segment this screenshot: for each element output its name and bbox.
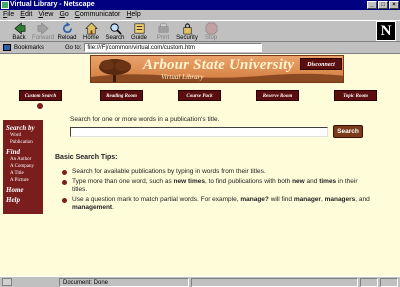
menu-help[interactable]: Help xyxy=(126,10,140,20)
sidebar-home-link[interactable]: Home xyxy=(6,186,40,194)
goto-label: Go to: xyxy=(65,44,82,51)
status-security-icon xyxy=(360,277,378,287)
netscape-app-icon xyxy=(1,1,9,9)
sidebar: Search by Word Publication Find An Autho… xyxy=(3,120,43,214)
status-bar: Document: Done xyxy=(0,276,400,287)
reload-button[interactable]: Reload xyxy=(56,21,78,43)
search-input[interactable] xyxy=(70,127,328,137)
window-titlebar: Virtual Library - Netscape _ □ × xyxy=(0,0,400,10)
sidebar-item-company[interactable]: A Company xyxy=(6,163,40,170)
section-nav: Custom Search Reading Room Course Pack R… xyxy=(0,90,400,102)
security-button[interactable]: Security xyxy=(176,21,198,43)
maximize-button[interactable]: □ xyxy=(378,1,388,9)
nav-topic-room[interactable]: Topic Room xyxy=(334,90,377,101)
menu-communicator[interactable]: Communicator xyxy=(75,10,121,20)
lock-icon xyxy=(183,23,191,35)
menu-go[interactable]: Go xyxy=(59,10,68,20)
forward-button[interactable]: Forward xyxy=(32,21,54,43)
tip-item: Search for available publications by typ… xyxy=(62,168,372,177)
navigation-toolbar: Back Forward Reload Home Search Guide Pr… xyxy=(0,20,400,42)
menu-file[interactable]: File xyxy=(3,10,14,20)
sidebar-item-publication[interactable]: Publication xyxy=(6,139,40,146)
minimize-button[interactable]: _ xyxy=(367,1,377,9)
sidebar-help-link[interactable]: Help xyxy=(6,196,40,204)
close-button[interactable]: × xyxy=(389,1,399,9)
nav-custom-search[interactable]: Custom Search xyxy=(19,90,62,101)
status-text: Document: Done xyxy=(59,277,189,287)
sidebar-find-heading: Find xyxy=(6,148,21,156)
print-button[interactable]: Print xyxy=(152,21,174,43)
back-arrow-icon xyxy=(13,22,25,35)
bullet-icon xyxy=(62,179,67,185)
window-title: Virtual Library - Netscape xyxy=(10,1,95,8)
guide-button[interactable]: Guide xyxy=(128,21,150,43)
tip-item: Type more than one word, such as new tim… xyxy=(62,178,372,195)
nav-reserve-room[interactable]: Reserve Room xyxy=(256,90,299,101)
location-bar: Bookmarks Go to: file:///F|/common/virtu… xyxy=(0,42,400,54)
guide-icon xyxy=(134,23,144,34)
sidebar-item-title[interactable]: A Title xyxy=(6,170,40,177)
tips-list: Search for available publications by typ… xyxy=(62,168,372,214)
nav-reading-room[interactable]: Reading Room xyxy=(100,90,143,101)
reload-icon xyxy=(62,22,72,34)
menu-bar: File Edit View Go Communicator Help xyxy=(0,10,400,20)
status-progress xyxy=(191,277,358,287)
virtual-library-subtitle: Virtual Library xyxy=(161,73,204,81)
nav-course-pack[interactable]: Course Pack xyxy=(178,90,221,101)
status-component-bar[interactable] xyxy=(380,277,398,287)
search-button-toolbar[interactable]: Search xyxy=(104,21,126,43)
tip-text: Type more than one word, such as new tim… xyxy=(72,177,358,194)
printer-icon xyxy=(158,23,168,33)
url-input[interactable]: file:///F|/common/virtual.com/custom.htm xyxy=(84,43,263,52)
bookmarks-button[interactable]: Bookmarks xyxy=(14,45,44,51)
tree-icon xyxy=(99,59,131,82)
back-button[interactable]: Back xyxy=(8,21,30,43)
selected-tab-indicator xyxy=(37,103,43,109)
stop-button[interactable]: Stop xyxy=(200,21,222,43)
forward-arrow-icon xyxy=(37,22,49,35)
sidebar-item-picture[interactable]: A Picture xyxy=(6,177,40,184)
bullet-icon xyxy=(62,197,67,203)
tip-text: Search for available publications by typ… xyxy=(72,168,266,175)
home-button[interactable]: Home xyxy=(80,21,102,43)
search-icon xyxy=(109,23,122,35)
netscape-logo-icon: N xyxy=(376,21,396,41)
tip-item: Use a question mark to match partial wor… xyxy=(62,196,372,213)
bullet-icon xyxy=(62,170,67,175)
sidebar-search-by-heading: Search by xyxy=(6,124,35,132)
stop-icon xyxy=(205,22,217,35)
sidebar-item-word[interactable]: Word xyxy=(6,132,40,139)
search-button[interactable]: Search xyxy=(333,125,363,138)
bookmarks-icon xyxy=(3,44,11,51)
menu-edit[interactable]: Edit xyxy=(20,10,32,20)
tips-heading: Basic Search Tips: xyxy=(55,154,118,161)
sidebar-item-author[interactable]: An Author xyxy=(6,156,40,163)
page-content: Arbour State University Virtual Library … xyxy=(0,54,400,276)
disconnect-button[interactable]: Disconnect xyxy=(300,58,342,70)
home-icon xyxy=(84,22,98,35)
menu-view[interactable]: View xyxy=(38,10,53,20)
connection-status-icon xyxy=(2,278,12,286)
search-prompt: Search for one or more words in a public… xyxy=(70,116,220,123)
tip-text: Use a question mark to match partial wor… xyxy=(72,195,370,212)
university-title: Arbour State University xyxy=(143,57,295,73)
